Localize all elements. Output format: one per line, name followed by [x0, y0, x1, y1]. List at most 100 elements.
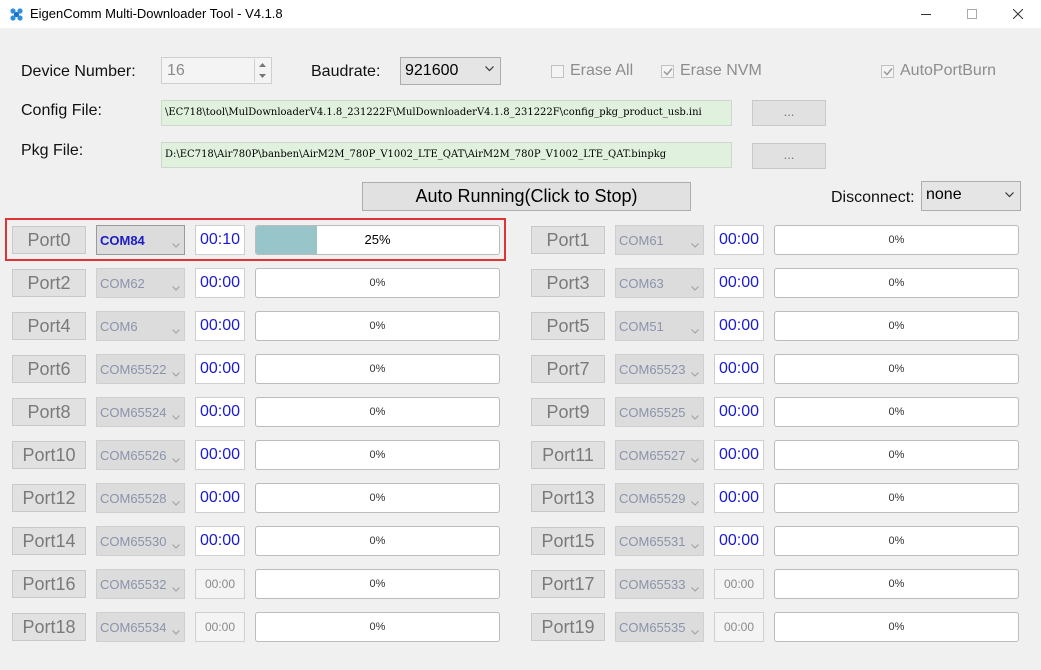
com-port-select[interactable]: COM65523 — [615, 354, 704, 384]
port-button[interactable]: Port8 — [12, 398, 86, 426]
chevron-down-icon — [172, 623, 180, 638]
chevron-down-icon — [172, 537, 180, 552]
com-port-select[interactable]: COM65535 — [615, 612, 704, 642]
com-port-select[interactable]: COM65534 — [96, 612, 185, 642]
elapsed-time: 00:00 — [195, 397, 245, 427]
com-port-value: COM65524 — [100, 405, 167, 420]
port-button[interactable]: Port6 — [12, 355, 86, 383]
baudrate-label: Baudrate: — [311, 63, 381, 80]
port-button[interactable]: Port15 — [531, 527, 605, 555]
com-port-select[interactable]: COM65522 — [96, 354, 185, 384]
minimize-icon — [921, 14, 931, 15]
port-button[interactable]: Port18 — [12, 613, 86, 641]
com-port-select[interactable]: COM65530 — [96, 526, 185, 556]
chevron-down-icon — [172, 494, 180, 509]
progress-percent: 0% — [888, 277, 905, 289]
port-button[interactable]: Port16 — [12, 570, 86, 598]
auto-port-burn-label: AutoPortBurn — [900, 62, 997, 79]
elapsed-time: 00:00 — [195, 440, 245, 470]
port-button[interactable]: Port4 — [12, 312, 86, 340]
port-button[interactable]: Port17 — [531, 570, 605, 598]
port-button[interactable]: Port10 — [12, 441, 86, 469]
port-button[interactable]: Port9 — [531, 398, 605, 426]
progress-bar: 0% — [255, 526, 500, 556]
com-port-value: COM51 — [619, 319, 664, 334]
erase-all-checkbox[interactable]: Erase All — [551, 62, 633, 80]
stepper-down-icon[interactable] — [255, 70, 270, 81]
com-port-value: COM65526 — [100, 448, 167, 463]
progress-percent: 0% — [369, 277, 386, 289]
port-button[interactable]: Port1 — [531, 226, 605, 254]
com-port-value: COM65530 — [100, 534, 167, 549]
com-port-select[interactable]: COM63 — [615, 268, 704, 298]
progress-bar: 0% — [774, 483, 1019, 513]
com-port-select[interactable]: COM65532 — [96, 569, 185, 599]
progress-bar: 0% — [255, 440, 500, 470]
maximize-button[interactable] — [949, 0, 995, 28]
progress-bar: 25% — [255, 225, 500, 255]
main-panel: Device Number: 16 Baudrate: 921600 Erase… — [0, 28, 1041, 670]
erase-nvm-checkbox[interactable]: Erase NVM — [661, 62, 762, 80]
auto-port-burn-checkbox[interactable]: AutoPortBurn — [881, 62, 996, 80]
elapsed-time: 00:00 — [714, 268, 764, 298]
port-button[interactable]: Port7 — [531, 355, 605, 383]
com-port-value: COM65523 — [619, 362, 686, 377]
app-logo-icon — [10, 8, 23, 21]
progress-bar: 0% — [255, 354, 500, 384]
progress-percent: 0% — [369, 535, 386, 547]
com-port-select[interactable]: COM51 — [615, 311, 704, 341]
port-button[interactable]: Port3 — [531, 269, 605, 297]
elapsed-time: 00:00 — [195, 268, 245, 298]
com-port-select[interactable]: COM65529 — [615, 483, 704, 513]
device-number-stepper[interactable]: 16 — [161, 57, 272, 84]
disconnect-select[interactable]: none — [921, 181, 1021, 211]
maximize-icon — [967, 9, 977, 19]
chevron-down-icon — [691, 408, 699, 423]
close-button[interactable] — [995, 0, 1041, 28]
checkbox-box — [661, 64, 674, 78]
port-button[interactable]: Port12 — [12, 484, 86, 512]
pkg-file-path[interactable]: D:\EC718\Air780P\banben\AirM2M_780P_V100… — [161, 142, 732, 168]
chevron-down-icon — [485, 66, 494, 72]
chevron-down-icon — [172, 580, 180, 595]
port-button[interactable]: Port19 — [531, 613, 605, 641]
minimize-button[interactable] — [903, 0, 949, 28]
elapsed-time: 00:00 — [714, 569, 764, 599]
stepper-up-icon[interactable] — [255, 59, 270, 70]
window-title: EigenComm Multi-Downloader Tool - V4.1.8 — [30, 6, 283, 21]
port-button[interactable]: Port5 — [531, 312, 605, 340]
port-button[interactable]: Port13 — [531, 484, 605, 512]
elapsed-time: 00:00 — [714, 397, 764, 427]
elapsed-time: 00:00 — [714, 225, 764, 255]
chevron-down-icon — [691, 236, 699, 251]
com-port-value: COM6 — [100, 319, 138, 334]
com-port-select[interactable]: COM65527 — [615, 440, 704, 470]
disconnect-value: none — [926, 186, 962, 203]
device-number-label: Device Number: — [21, 63, 136, 80]
checkbox-box — [881, 64, 894, 78]
port-button[interactable]: Port2 — [12, 269, 86, 297]
com-port-select[interactable]: COM65525 — [615, 397, 704, 427]
port-button[interactable]: Port11 — [531, 441, 605, 469]
com-port-value: COM65527 — [619, 448, 686, 463]
com-port-select[interactable]: COM65528 — [96, 483, 185, 513]
com-port-select[interactable]: COM65533 — [615, 569, 704, 599]
com-port-select[interactable]: COM62 — [96, 268, 185, 298]
com-port-select[interactable]: COM84 — [96, 225, 185, 255]
progress-bar: 0% — [255, 311, 500, 341]
port-button[interactable]: Port14 — [12, 527, 86, 555]
port-button[interactable]: Port0 — [12, 226, 86, 254]
config-browse-button[interactable]: ... — [752, 100, 826, 126]
com-port-select[interactable]: COM65526 — [96, 440, 185, 470]
progress-percent: 0% — [888, 449, 905, 461]
config-file-path[interactable]: \EC718\tool\MulDownloaderV4.1.8_231222F\… — [161, 100, 732, 126]
auto-running-button[interactable]: Auto Running(Click to Stop) — [362, 182, 691, 211]
com-port-select[interactable]: COM6 — [96, 311, 185, 341]
com-port-select[interactable]: COM65524 — [96, 397, 185, 427]
pkg-file-label: Pkg File: — [21, 142, 84, 159]
checkmark-icon — [662, 67, 673, 76]
baudrate-select[interactable]: 921600 — [400, 57, 501, 85]
com-port-select[interactable]: COM61 — [615, 225, 704, 255]
com-port-select[interactable]: COM65531 — [615, 526, 704, 556]
pkg-browse-button[interactable]: ... — [752, 143, 826, 169]
